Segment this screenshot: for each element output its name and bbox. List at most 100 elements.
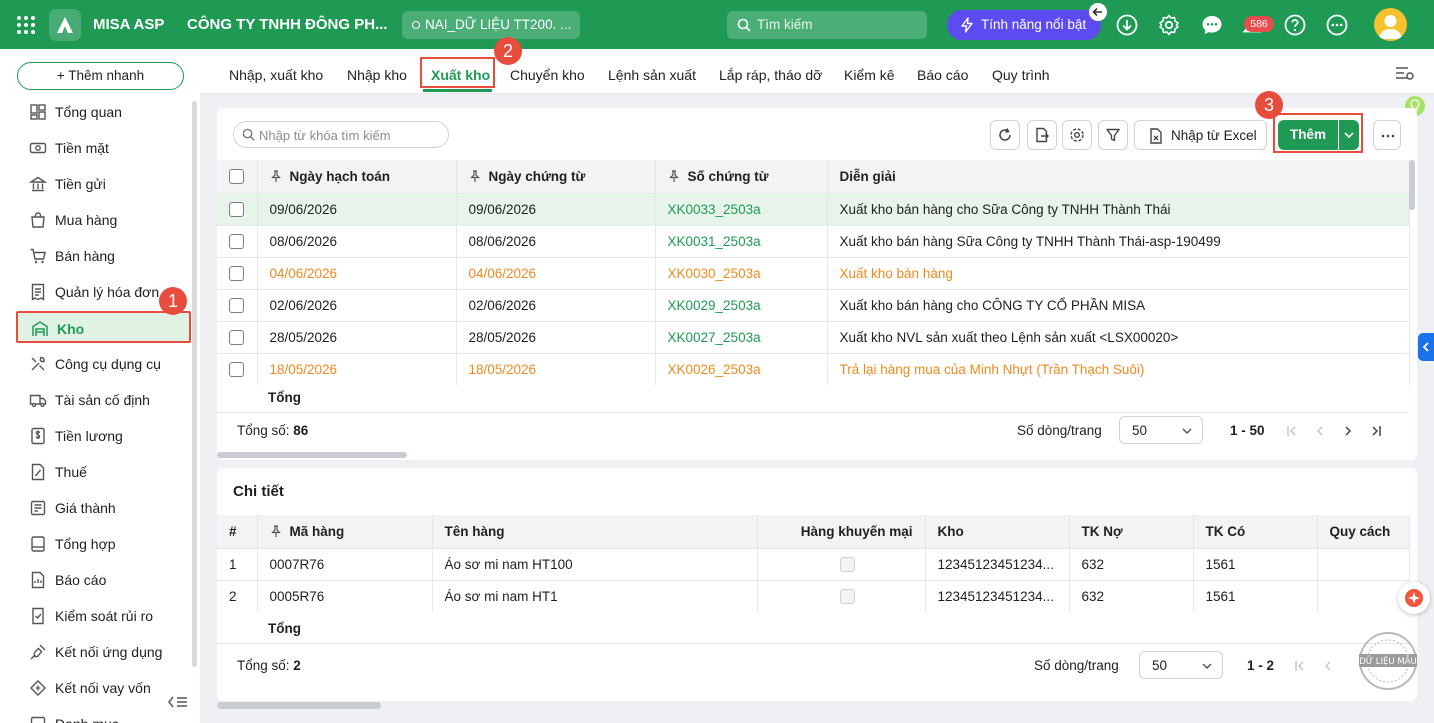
sidebar-item[interactable]: Tiền gửi — [16, 168, 191, 200]
pin-icon[interactable] — [469, 170, 481, 183]
download-icon[interactable] — [1115, 13, 1139, 37]
select-all-checkbox[interactable] — [229, 169, 244, 185]
tab-stocktake[interactable]: Kiểm kê — [844, 67, 895, 83]
sidebar-item[interactable]: Tài sản cố định — [16, 384, 191, 416]
column-header[interactable]: TK Có — [1193, 515, 1318, 548]
misa-logo-icon[interactable] — [49, 9, 81, 41]
detail-row[interactable]: 1 0007R76 Áo sơ mi nam HT100 12345123451234… — [217, 547, 1410, 580]
detail-row[interactable]: 2 0005R76 Áo sơ mi nam HT1 12345123451234..… — [217, 579, 1410, 612]
column-header[interactable]: Quy cách — [1317, 515, 1410, 548]
row-checkbox[interactable] — [229, 201, 244, 217]
column-header[interactable]: Mã hàng — [257, 515, 433, 548]
sidebar-item[interactable]: Kết nối ứng dụng — [16, 636, 191, 668]
sidebar-item[interactable]: Báo cáo — [16, 564, 191, 596]
more-options-button[interactable] — [1373, 120, 1401, 150]
table-row[interactable]: 08/06/2026 08/06/2026 XK0031_2503a Xuất kho… — [217, 224, 1410, 257]
first-page-icon[interactable] — [1293, 659, 1307, 673]
apps-grid-icon[interactable] — [14, 13, 38, 37]
sidebar-item[interactable]: Giá thành — [16, 492, 191, 524]
keyword-search-input[interactable]: Nhập từ khóa tìm kiếm — [233, 121, 449, 148]
global-search-input[interactable]: Tìm kiếm — [727, 11, 927, 39]
doc-number-link[interactable]: XK0031_2503a — [655, 224, 828, 257]
row-checkbox[interactable] — [229, 329, 244, 345]
grid-horizontal-scrollbar[interactable] — [217, 452, 407, 458]
expand-right-panel-tab[interactable] — [1418, 333, 1434, 361]
row-checkbox[interactable] — [229, 233, 244, 249]
sidebar-item[interactable]: Bán hàng — [16, 240, 191, 272]
tab-process[interactable]: Quy trình — [992, 67, 1050, 83]
import-excel-button[interactable]: Nhập từ Excel — [1134, 120, 1267, 150]
column-header[interactable]: Ngày hạch toán — [257, 160, 457, 193]
doc-number-link[interactable]: XK0033_2503a — [655, 192, 828, 225]
grid-settings-button[interactable] — [1062, 120, 1092, 150]
brand-name[interactable]: MISA ASP — [93, 16, 164, 33]
table-row[interactable]: 09/06/2026 09/06/2026 XK0033_2503a Xuất kho… — [217, 192, 1410, 225]
column-header[interactable]: Số chứng từ — [655, 160, 828, 193]
add-button[interactable]: Thêm — [1278, 120, 1338, 150]
filter-button[interactable] — [1098, 120, 1128, 150]
table-row[interactable]: 18/05/2026 18/05/2026 XK0026_2503a Trả lại … — [217, 352, 1410, 385]
gear-icon[interactable] — [1157, 13, 1181, 37]
column-header[interactable]: Kho — [925, 515, 1070, 548]
sidebar-item[interactable]: Tiền lương — [16, 420, 191, 452]
column-header[interactable]: Ngày chứng từ — [456, 160, 656, 193]
company-name[interactable]: CÔNG TY TNHH ĐÔNG PH... — [187, 16, 388, 33]
chat-icon[interactable] — [1200, 13, 1224, 37]
page-horizontal-scrollbar[interactable] — [217, 702, 381, 709]
tab-production-order[interactable]: Lệnh sản xuất — [608, 67, 696, 83]
doc-number-link[interactable]: XK0027_2503a — [655, 320, 828, 353]
first-page-icon[interactable] — [1285, 424, 1299, 438]
more-icon[interactable] — [1325, 13, 1349, 37]
refresh-button[interactable] — [990, 120, 1020, 150]
prev-page-icon[interactable] — [1321, 659, 1335, 673]
grid-vertical-scrollbar[interactable] — [1409, 160, 1415, 210]
table-row[interactable]: 28/05/2026 28/05/2026 XK0027_2503a Xuất kho… — [217, 320, 1410, 353]
row-checkbox[interactable] — [229, 265, 244, 281]
help-icon[interactable] — [1283, 13, 1307, 37]
detail-page-size-select[interactable]: 50 — [1139, 651, 1223, 679]
column-header[interactable]: Hàng khuyến mại — [757, 515, 926, 548]
doc-number-link[interactable]: XK0029_2503a — [655, 288, 828, 321]
table-row[interactable]: 04/06/2026 04/06/2026 XK0030_2503a Xuất kho… — [217, 256, 1410, 289]
sidebar-item[interactable]: Kiểm soát rủi ro — [16, 600, 191, 632]
sidebar-item[interactable]: Thuế — [16, 456, 191, 488]
pin-icon[interactable] — [270, 170, 282, 183]
tab-reports[interactable]: Báo cáo — [917, 67, 968, 83]
sidebar-item[interactable]: Công cụ dụng cụ — [16, 348, 191, 380]
ai-assistant-button[interactable] — [1398, 582, 1430, 614]
row-checkbox[interactable] — [229, 362, 244, 378]
settings-sliders-icon[interactable] — [1394, 64, 1416, 82]
next-page-icon[interactable] — [1341, 424, 1355, 438]
tab-transfer[interactable]: Chuyển kho — [510, 67, 585, 83]
tab-inbound[interactable]: Nhập kho — [347, 67, 407, 83]
user-avatar[interactable] — [1374, 8, 1407, 41]
sidebar-item[interactable]: Tổng quan — [16, 96, 191, 128]
tab-import-export[interactable]: Nhập, xuất kho — [229, 67, 323, 83]
tab-assembly[interactable]: Lắp ráp, tháo dỡ — [719, 67, 822, 83]
sidebar-item[interactable]: Mua hàng — [16, 204, 191, 236]
sidebar-scrollbar[interactable] — [192, 101, 197, 667]
doc-number-link[interactable]: XK0026_2503a — [655, 352, 828, 385]
column-header[interactable]: Diễn giải — [827, 160, 1410, 193]
sidebar-item[interactable]: Kho — [16, 311, 191, 343]
tab-outbound[interactable]: Xuất kho — [431, 67, 490, 83]
add-dropdown-button[interactable] — [1339, 120, 1359, 150]
row-checkbox[interactable] — [229, 297, 244, 313]
back-arrow-icon[interactable] — [1089, 3, 1107, 21]
prev-page-icon[interactable] — [1313, 424, 1327, 438]
export-button[interactable] — [1027, 120, 1057, 150]
pin-icon[interactable] — [270, 525, 282, 538]
collapse-sidebar-icon[interactable] — [163, 691, 193, 713]
column-header[interactable]: Tên hàng — [432, 515, 758, 548]
featured-button[interactable]: Tính năng nổi bật — [947, 10, 1101, 40]
database-selector[interactable]: NAI_DỮ LIỆU TT200. ... — [402, 11, 580, 39]
column-header[interactable]: TK Nợ — [1069, 515, 1194, 548]
table-row[interactable]: 02/06/2026 02/06/2026 XK0029_2503a Xuất kho… — [217, 288, 1410, 321]
page-size-select[interactable]: 50 — [1119, 416, 1203, 444]
doc-number-link[interactable]: XK0030_2503a — [655, 256, 828, 289]
sidebar-item[interactable]: Tiền mặt — [16, 132, 191, 164]
sidebar-item[interactable]: Tổng hợp — [16, 528, 191, 560]
last-page-icon[interactable] — [1369, 424, 1383, 438]
quick-add-button[interactable]: + Thêm nhanh — [17, 62, 184, 90]
pin-icon[interactable] — [668, 170, 680, 183]
